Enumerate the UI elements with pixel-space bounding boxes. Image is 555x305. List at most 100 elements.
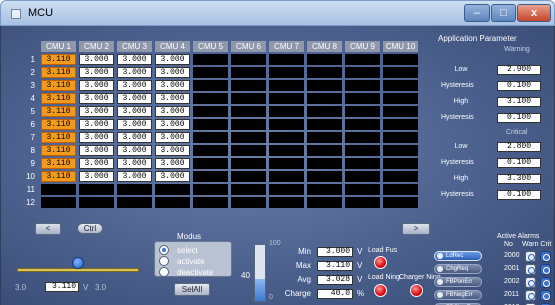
cell-value[interactable] (269, 197, 304, 208)
cell-value[interactable]: 3.110 (41, 171, 76, 182)
cell-value[interactable] (383, 67, 418, 78)
cell-value[interactable]: 3.000 (79, 93, 114, 104)
cell-value[interactable] (307, 158, 342, 169)
alarm-button[interactable]: FBNegErr (434, 290, 482, 300)
cell-value[interactable] (307, 197, 342, 208)
cell-value[interactable] (307, 67, 342, 78)
cell-value[interactable] (383, 158, 418, 169)
cell-value[interactable] (307, 171, 342, 182)
cell-value[interactable]: 3.000 (155, 132, 190, 143)
cell-value[interactable] (193, 158, 228, 169)
cell-value[interactable] (269, 158, 304, 169)
cell-value[interactable]: 3.110 (41, 67, 76, 78)
cell-value[interactable] (383, 93, 418, 104)
cell-value[interactable]: 3.110 (41, 158, 76, 169)
cell-value[interactable] (345, 67, 380, 78)
cell-value[interactable] (269, 106, 304, 117)
cell-value[interactable] (383, 106, 418, 117)
cell-value[interactable] (193, 184, 228, 195)
cell-value[interactable] (307, 80, 342, 91)
cell-value[interactable] (383, 132, 418, 143)
param-value-field[interactable]: 0.100 (497, 158, 541, 168)
cell-value[interactable] (307, 93, 342, 104)
cell-value[interactable] (269, 67, 304, 78)
next-button[interactable]: > (402, 223, 430, 235)
radio-activate[interactable] (159, 256, 169, 266)
cell-value[interactable]: 3.000 (117, 158, 152, 169)
cell-value[interactable] (383, 171, 418, 182)
cell-value[interactable]: 3.110 (41, 80, 76, 91)
cell-value[interactable]: 3.000 (79, 67, 114, 78)
cell-value[interactable] (231, 119, 266, 130)
cell-value[interactable] (231, 80, 266, 91)
slider-thumb[interactable] (72, 257, 84, 269)
cell-value[interactable] (345, 54, 380, 65)
cell-value[interactable] (345, 106, 380, 117)
cell-value[interactable] (231, 93, 266, 104)
cell-value[interactable] (345, 80, 380, 91)
crit-toggle[interactable] (540, 251, 551, 262)
alarm-button[interactable]: ChgReq (434, 264, 482, 274)
cell-value[interactable]: 3.000 (117, 93, 152, 104)
param-value-field[interactable]: 0.100 (497, 113, 541, 123)
cell-value[interactable]: 3.000 (117, 145, 152, 156)
slider-value-field[interactable]: 3.110 (45, 282, 79, 292)
cell-value[interactable]: 3.110 (41, 119, 76, 130)
cell-value[interactable]: 3.000 (117, 171, 152, 182)
cell-value[interactable]: 3.000 (155, 145, 190, 156)
cell-value[interactable]: 3.000 (155, 80, 190, 91)
cell-value[interactable]: 3.000 (79, 106, 114, 117)
maximize-button[interactable]: □ (491, 4, 516, 22)
cell-value[interactable] (345, 93, 380, 104)
cell-value[interactable]: 3.000 (155, 67, 190, 78)
cell-value[interactable] (193, 54, 228, 65)
param-value-field[interactable]: 2.800 (497, 142, 541, 152)
cell-value[interactable]: 3.000 (117, 106, 152, 117)
cell-value[interactable]: 3.000 (155, 158, 190, 169)
cell-value[interactable] (345, 145, 380, 156)
warn-toggle[interactable] (525, 251, 536, 262)
cell-value[interactable] (383, 197, 418, 208)
prev-button[interactable]: < (35, 223, 61, 235)
cell-value[interactable] (79, 184, 114, 195)
cell-value[interactable] (269, 171, 304, 182)
cell-value[interactable]: 3.110 (41, 54, 76, 65)
cell-value[interactable] (193, 145, 228, 156)
cell-value[interactable] (269, 80, 304, 91)
cell-value[interactable] (269, 184, 304, 195)
param-value-field[interactable]: 0.100 (497, 190, 541, 200)
cell-value[interactable] (41, 184, 76, 195)
warn-toggle[interactable] (525, 290, 536, 301)
cell-value[interactable]: 3.000 (79, 119, 114, 130)
cell-value[interactable] (269, 93, 304, 104)
cell-value[interactable]: 3.000 (117, 67, 152, 78)
warn-toggle[interactable] (525, 277, 536, 288)
param-value-field[interactable]: 0.100 (497, 81, 541, 91)
cell-value[interactable] (193, 80, 228, 91)
cell-value[interactable]: 3.000 (79, 171, 114, 182)
cell-value[interactable]: 3.000 (117, 132, 152, 143)
cell-value[interactable] (345, 171, 380, 182)
cell-value[interactable] (269, 54, 304, 65)
cell-value[interactable] (345, 132, 380, 143)
cell-value[interactable] (345, 197, 380, 208)
cell-value[interactable] (193, 93, 228, 104)
radio-select[interactable] (159, 245, 169, 255)
cell-value[interactable]: 3.000 (155, 171, 190, 182)
cell-value[interactable] (307, 119, 342, 130)
close-button[interactable]: x (517, 4, 551, 22)
alarm-button[interactable]: FBPonErr (434, 277, 482, 287)
cell-value[interactable] (269, 145, 304, 156)
cell-value[interactable] (193, 119, 228, 130)
cell-value[interactable]: 3.000 (155, 106, 190, 117)
cell-value[interactable]: 3.000 (117, 119, 152, 130)
voltage-slider[interactable]: 3.0 3.110 V 3.0 (13, 248, 141, 292)
cell-value[interactable] (345, 184, 380, 195)
cell-value[interactable] (383, 54, 418, 65)
cell-value[interactable]: 3.000 (155, 54, 190, 65)
cell-value[interactable]: 3.000 (79, 54, 114, 65)
cell-value[interactable] (193, 197, 228, 208)
cell-value[interactable] (155, 197, 190, 208)
cell-value[interactable] (193, 132, 228, 143)
cell-value[interactable] (193, 67, 228, 78)
